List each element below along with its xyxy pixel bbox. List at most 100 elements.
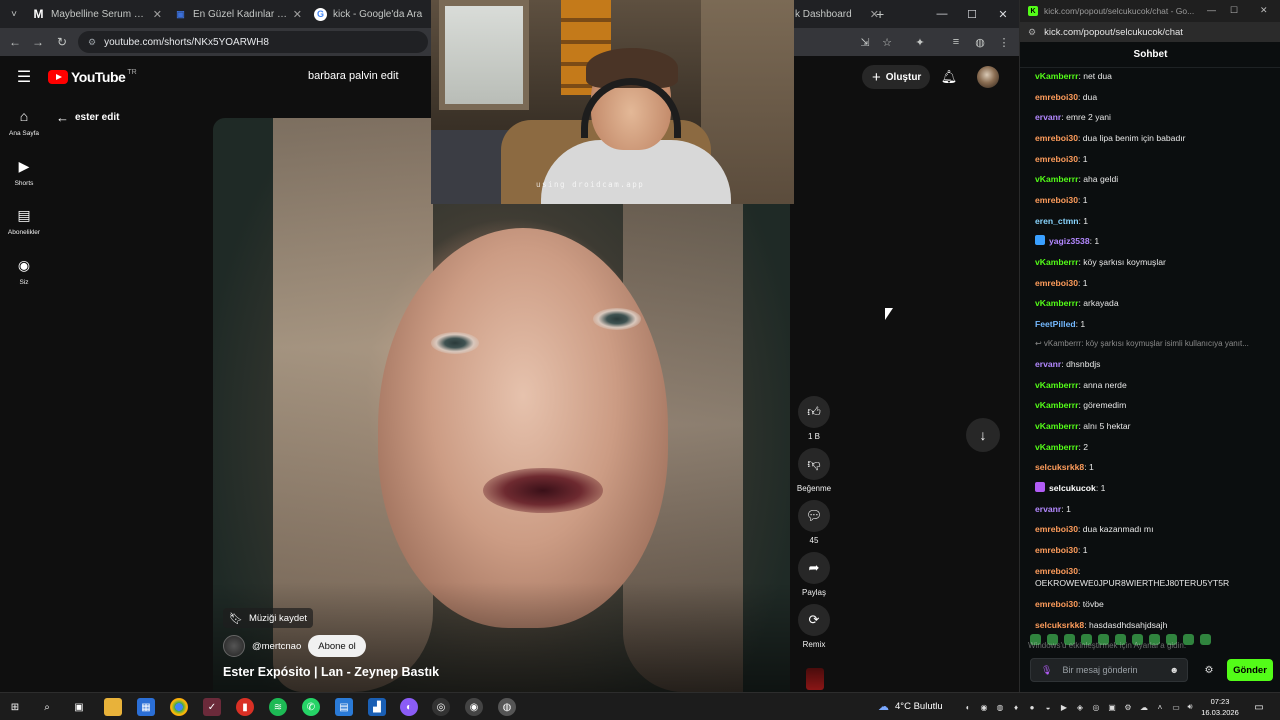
chat-username[interactable]: emreboi30 <box>1035 195 1078 205</box>
chrome-icon[interactable] <box>170 698 188 716</box>
new-tab-icon[interactable]: + <box>876 6 884 22</box>
chat-message-input[interactable]: 🎙︎ Bir mesaj gönderin ☻ <box>1030 658 1188 682</box>
forward-icon[interactable]: → <box>28 32 48 52</box>
app-icon[interactable]: ◉ <box>465 698 483 716</box>
chat-username[interactable]: selcukucok <box>1049 483 1096 493</box>
tray-icon[interactable]: ● <box>1026 701 1038 713</box>
whatsapp-icon[interactable]: ✆ <box>302 698 320 716</box>
windows-start-icon[interactable]: ⊞ <box>6 698 24 716</box>
chrome-menu-icon[interactable]: ⋮ <box>996 34 1012 50</box>
comment-icon[interactable]: 💬︎ <box>798 500 830 532</box>
chat-username[interactable]: vKamberrr <box>1035 174 1078 184</box>
chat-username[interactable]: vKamberrr <box>1035 298 1078 308</box>
install-app-icon[interactable]: ⇲ <box>857 34 873 50</box>
chat-username[interactable]: vKamberrr <box>1035 380 1078 390</box>
chat-username[interactable]: emreboi30 <box>1035 545 1078 555</box>
chat-username[interactable]: yagiz3538 <box>1049 236 1090 246</box>
sidebar-item-shorts[interactable]: ▶ Shorts <box>0 150 48 196</box>
audio-thumbnail[interactable] <box>806 668 824 690</box>
chevron-up-icon[interactable]: ˄ <box>1154 701 1166 713</box>
extensions-icon[interactable]: ✦ <box>912 34 928 50</box>
chat-username[interactable]: eren_ctmn <box>1035 216 1078 226</box>
video-title[interactable]: Ester Expósito | Lan - Zeynep Bastık <box>223 665 439 679</box>
chat-username[interactable]: emreboi30 <box>1035 599 1078 609</box>
send-button[interactable]: Gönder <box>1227 659 1273 681</box>
chat-username[interactable]: ervanr <box>1035 112 1061 122</box>
tray-icon[interactable]: ◈ <box>1074 701 1086 713</box>
maximize-icon[interactable]: ☐ <box>1230 5 1238 16</box>
close-icon[interactable]: ✕ <box>153 8 162 21</box>
save-music-button[interactable]: 🔖︎ Müziği kaydet <box>223 608 314 628</box>
app-icon[interactable]: ◐ <box>400 698 418 716</box>
window-close-icon[interactable]: ✕ <box>1260 5 1268 16</box>
sidebar-item-home[interactable]: ⌂ Ana Sayfa <box>0 100 48 146</box>
tray-icon[interactable]: ⚙ <box>1122 701 1134 713</box>
chrome-active-icon[interactable]: ◍ <box>498 698 516 716</box>
chat-username[interactable]: vKamberrr <box>1035 257 1078 267</box>
tray-icon[interactable]: ◐ <box>962 701 974 713</box>
thumbs-down-icon[interactable]: 👎︎ <box>798 448 830 480</box>
tray-icon[interactable]: ◍ <box>994 701 1006 713</box>
volume-icon[interactable]: 🔊︎ <box>1184 701 1196 713</box>
kick-address-bar[interactable]: ⚙ kick.com/popout/selcukucok/chat <box>1020 22 1280 42</box>
chat-username[interactable]: emreboi30 <box>1035 133 1078 143</box>
spotify-icon[interactable]: ≋ <box>269 698 287 716</box>
chat-username[interactable]: vKamberrr <box>1035 400 1078 410</box>
reload-icon[interactable]: ↻ <box>52 32 72 52</box>
create-button[interactable]: + Oluştur <box>862 65 930 89</box>
tab-kick-dashboard[interactable]: k Dashboard ✕ <box>795 2 879 26</box>
minimize-icon[interactable]: — <box>932 4 952 24</box>
chat-username[interactable]: emreboi30 <box>1035 524 1078 534</box>
window-close-icon[interactable]: ✕ <box>993 4 1013 24</box>
channel-name[interactable]: @mertcnao <box>252 641 301 652</box>
chat-username[interactable]: selcuksrkk8 <box>1035 462 1084 472</box>
shorts-video-player[interactable] <box>213 118 790 692</box>
task-view-icon[interactable]: ▣ <box>70 698 88 716</box>
chat-username[interactable]: emreboi30 <box>1035 154 1078 164</box>
youtube-logo[interactable]: YouTube TR <box>48 69 137 85</box>
notification-center-icon[interactable]: ▭ <box>1252 700 1266 714</box>
subscribe-button[interactable]: Abone ol <box>308 635 366 657</box>
tray-icon[interactable]: ◎ <box>1090 701 1102 713</box>
chat-username[interactable]: vKamberrr <box>1035 71 1078 81</box>
chat-username[interactable]: emreboi30 <box>1035 566 1078 576</box>
profile-icon[interactable]: ◍ <box>972 34 988 50</box>
emoji-icon[interactable]: ☻ <box>1170 665 1179 675</box>
tab-google-search[interactable]: G kick - Google'da Ara <box>308 2 430 26</box>
chat-username[interactable]: selcuksrkk8 <box>1035 620 1084 630</box>
chat-username[interactable]: emreboi30 <box>1035 278 1078 288</box>
bookmark-star-icon[interactable]: ☆ <box>879 34 895 50</box>
chat-settings-gear-icon[interactable]: ⚙ <box>1201 662 1217 678</box>
site-info-icon[interactable]: ⚙ <box>88 37 96 48</box>
chat-username[interactable]: ervanr <box>1035 359 1061 369</box>
channel-avatar[interactable] <box>223 635 245 657</box>
tray-icon[interactable]: ☁ <box>1138 701 1150 713</box>
app-icon[interactable]: ✓ <box>203 698 221 716</box>
chat-username[interactable]: ervanr <box>1035 504 1061 514</box>
back-to-search-link[interactable]: ← ester edit <box>56 110 119 125</box>
account-avatar[interactable] <box>977 66 999 88</box>
search-input[interactable]: barbara palvin edit <box>296 63 436 89</box>
tab-en-guzel[interactable]: ▣ En Güzel Kadınlar (Güncel) ✕ <box>168 2 306 26</box>
app-icon[interactable]: ▤ <box>335 698 353 716</box>
minimize-icon[interactable]: — <box>1207 5 1216 15</box>
back-icon[interactable]: ← <box>5 32 25 52</box>
store-icon[interactable]: ▦ <box>137 698 155 716</box>
site-info-icon[interactable]: ⚙ <box>1028 27 1036 38</box>
address-bar[interactable]: ⚙ youtube.com/shorts/NKx5YOARWH8 <box>78 31 428 53</box>
tray-icon[interactable]: ▣ <box>1106 701 1118 713</box>
app-icon[interactable]: ◎ <box>432 698 450 716</box>
chat-username[interactable]: FeetPilled <box>1035 319 1076 329</box>
file-explorer-icon[interactable] <box>104 698 122 716</box>
emote-icon[interactable] <box>1200 634 1211 645</box>
close-icon[interactable]: ✕ <box>293 8 302 21</box>
tray-icon[interactable]: ▶ <box>1058 701 1070 713</box>
thumbs-up-icon[interactable]: 👍︎ <box>798 396 830 428</box>
tray-icon[interactable]: ◉ <box>978 701 990 713</box>
sidebar-item-you[interactable]: ◉ Siz <box>0 249 48 295</box>
app-icon[interactable]: ▟ <box>368 698 386 716</box>
chat-username[interactable]: emreboi30 <box>1035 92 1078 102</box>
next-video-arrow-down-icon[interactable]: ↓ <box>966 418 1000 452</box>
hamburger-menu-icon[interactable]: ☰ <box>15 68 33 86</box>
tray-icon[interactable]: ♦ <box>1010 701 1022 713</box>
